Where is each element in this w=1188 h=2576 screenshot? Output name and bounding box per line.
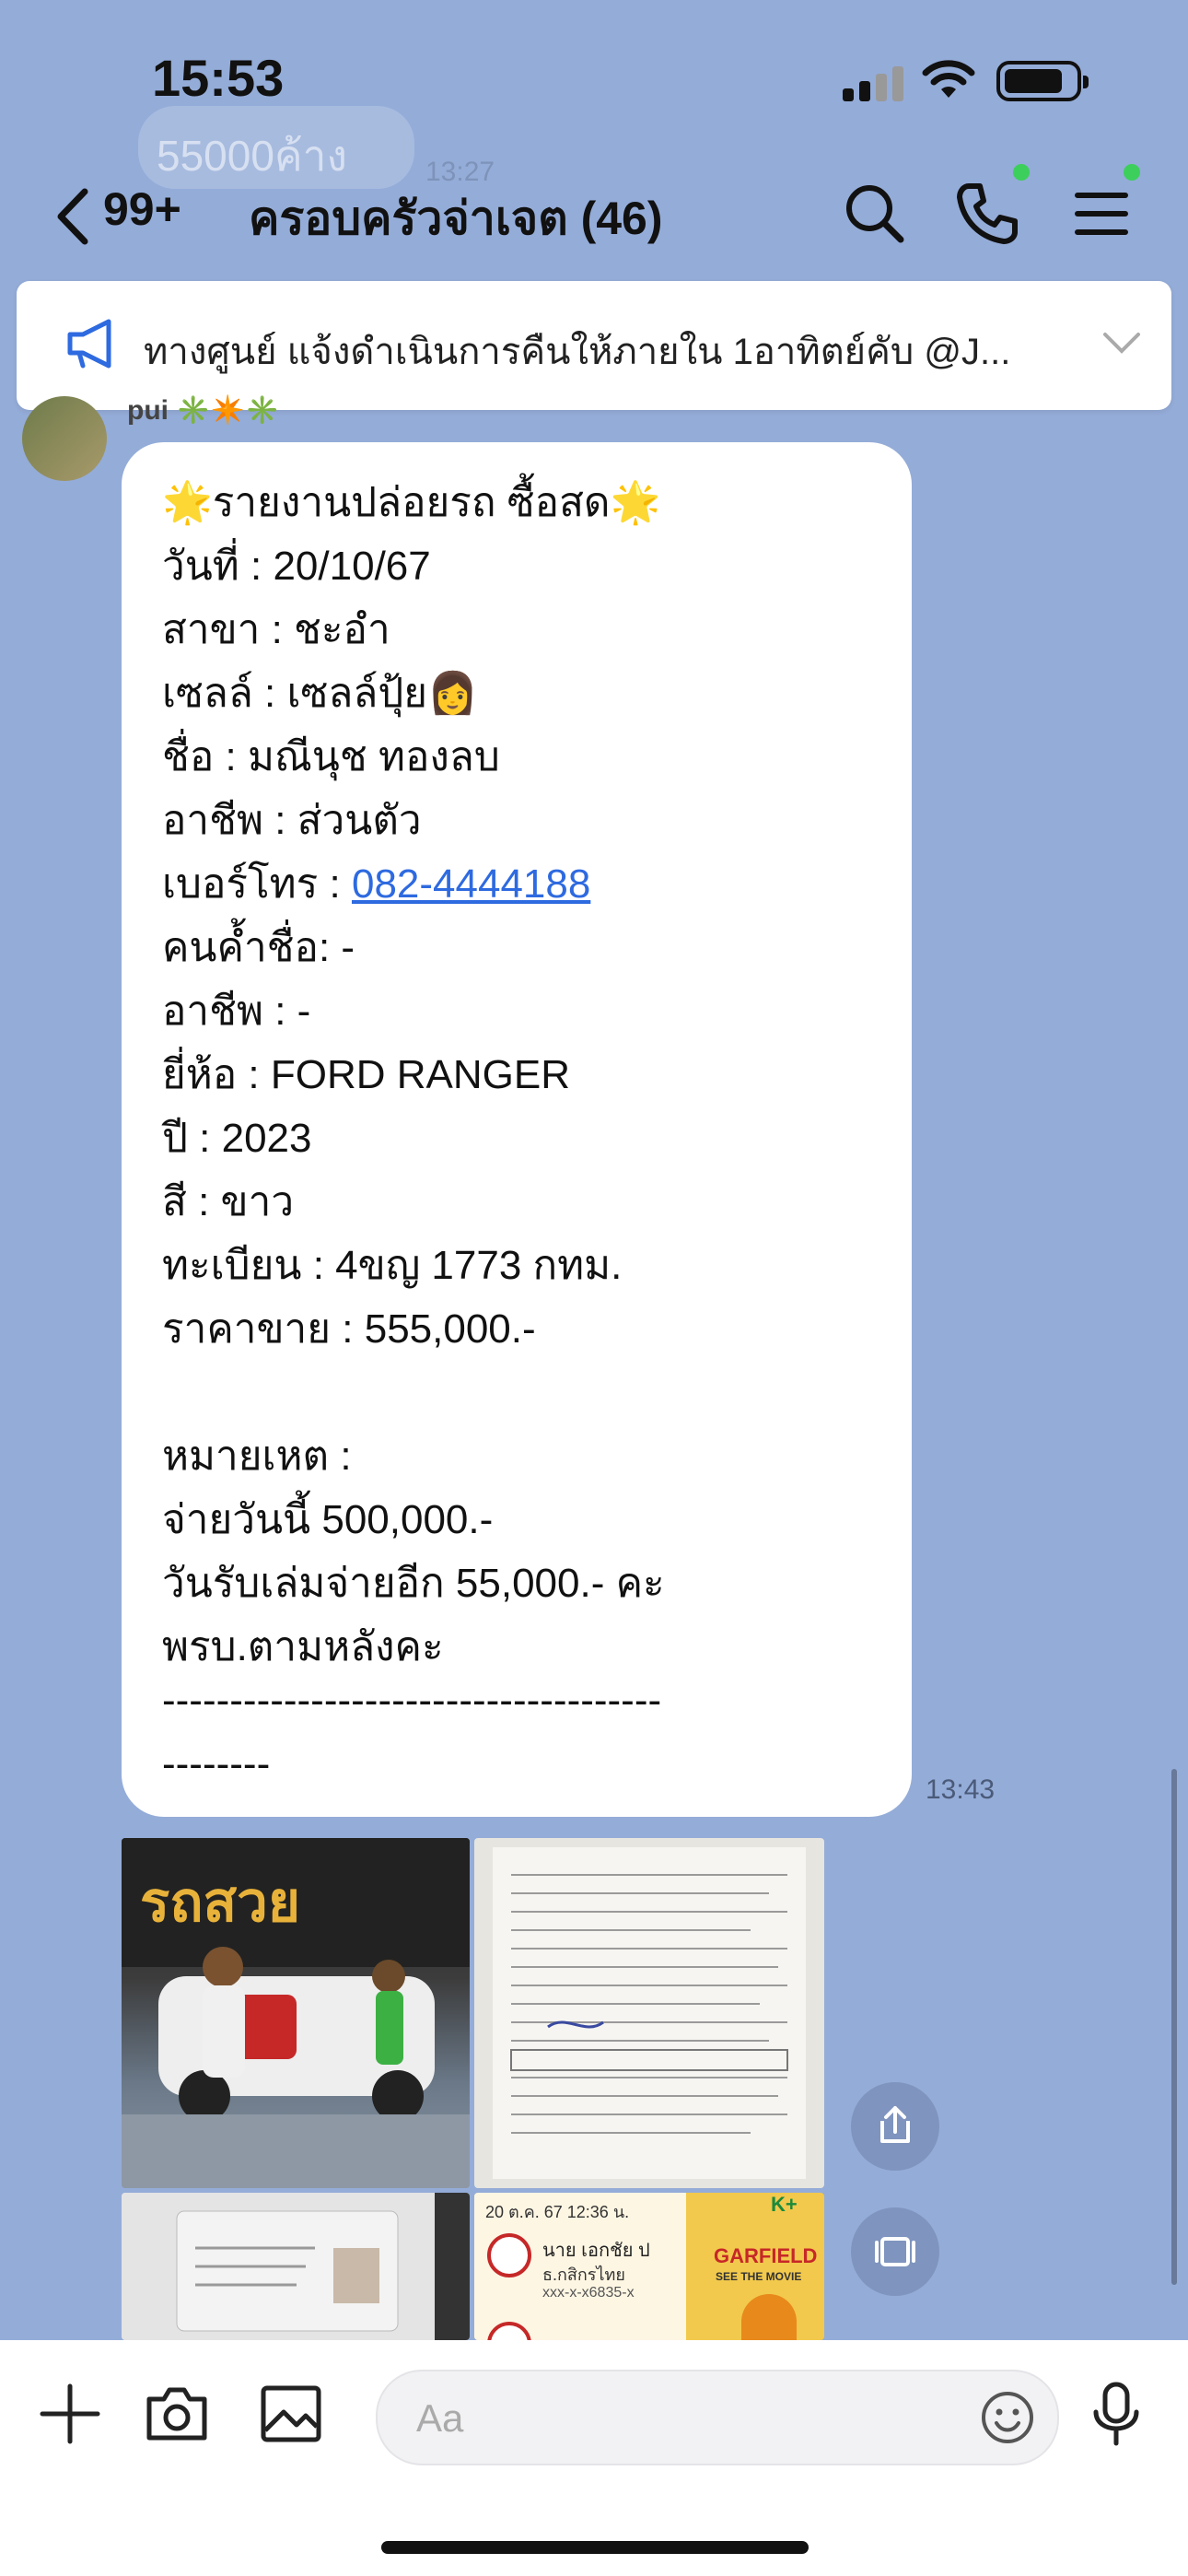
announcement-banner[interactable]: ทางศูนย์ แจ้งดำเนินการคืนให้ภายใน 1อาทิต… xyxy=(17,281,1171,410)
phone-call-icon[interactable] xyxy=(950,177,1024,251)
share-icon xyxy=(880,2106,910,2143)
share-button[interactable] xyxy=(851,2082,939,2171)
message-line: เบอร์โทร : 082-4444188 xyxy=(162,851,590,916)
message-line: อาชีพ : ส่วนตัว xyxy=(162,798,422,843)
document-image xyxy=(493,1847,806,2179)
slip-account: xxx-x-x6835-x xyxy=(542,2285,635,2301)
album-icon xyxy=(875,2237,915,2266)
cellular-signal-icon xyxy=(843,64,909,101)
kplus-logo-icon: K+ xyxy=(771,2193,798,2216)
phone-label: เบอร์โทร : xyxy=(162,861,352,907)
slip-bank: ธ.กสิกรไทย xyxy=(542,2266,625,2284)
message-line: ราคาขาย : 555,000.- xyxy=(162,1306,536,1352)
scrollbar[interactable] xyxy=(1171,1769,1177,2285)
sender-name: pui ✳️✴️✳️ xyxy=(127,394,279,427)
slip-brand: GARFIELD xyxy=(714,2244,818,2267)
message-line: อาชีพ : - xyxy=(162,989,311,1034)
album-button[interactable] xyxy=(851,2207,939,2296)
message-bubble[interactable]: 🌟รายงานปล่อยรถ ซื้อสด🌟 วันที่ : 20/10/67… xyxy=(122,442,912,1817)
car-delivery-image: รถสวย xyxy=(122,1838,470,2188)
sender-name-text: pui xyxy=(127,395,169,426)
garfield-icon xyxy=(741,2294,797,2340)
message-line: ------------------------------------- xyxy=(162,1678,662,1723)
message-line: พรบ.ตามหลังคะ xyxy=(162,1624,444,1669)
message-line: หมายเหต : xyxy=(162,1434,352,1479)
slip-date: 20 ต.ค. 67 12:36 น. xyxy=(485,2203,630,2221)
call-online-dot xyxy=(1013,164,1030,181)
message-line: ปี : 2023 xyxy=(162,1116,312,1161)
kbank-logo-icon-2 xyxy=(487,2322,531,2340)
message-line: เซลล์ : เซลล์ปุ้ย👩 xyxy=(162,671,478,716)
message-line: วันที่ : 20/10/67 xyxy=(162,544,431,589)
phone-link[interactable]: 082-4444188 xyxy=(352,861,590,907)
menu-icon[interactable] xyxy=(1065,177,1138,251)
plus-icon[interactable] xyxy=(33,2377,107,2451)
message-line: คนค้ำชื่อ: - xyxy=(162,925,355,970)
status-time: 15:53 xyxy=(152,49,285,107)
wifi-icon xyxy=(922,60,975,98)
svg-text:รถสวย: รถสวย xyxy=(140,1871,300,1933)
home-indicator[interactable] xyxy=(381,2541,809,2554)
message-line: -------- xyxy=(162,1741,271,1786)
slip-panel: 20 ต.ค. 67 12:36 น. นาย เอกชัย ป ธ.กสิกร… xyxy=(474,2193,686,2340)
battery-icon xyxy=(996,61,1089,101)
message-input-box[interactable] xyxy=(376,2370,1059,2465)
back-chevron-icon[interactable] xyxy=(48,184,103,249)
megaphone-icon xyxy=(67,319,111,369)
sender-badges: ✳️✴️✳️ xyxy=(176,395,280,426)
message-line: สาขา : ชะอำ xyxy=(162,607,390,652)
photo-document[interactable] xyxy=(474,1838,824,2188)
announcement-text: ทางศูนย์ แจ้งดำเนินการคืนให้ภายใน 1อาทิต… xyxy=(144,332,1011,372)
unread-count[interactable]: 99+ xyxy=(103,182,181,236)
menu-notification-dot xyxy=(1124,164,1140,181)
id-card-image xyxy=(122,2193,470,2340)
message-line: 🌟รายงานปล่อยรถ ซื้อสด🌟 xyxy=(162,480,661,525)
sender-avatar[interactable] xyxy=(22,396,107,481)
status-bar: 15:53 xyxy=(0,0,1188,157)
search-icon[interactable] xyxy=(838,177,912,251)
slip-brand-sub: SEE THE MOVIE xyxy=(716,2270,802,2283)
photo-id-card[interactable] xyxy=(122,2193,470,2340)
camera-icon[interactable] xyxy=(140,2377,214,2451)
message-line: สี : ขาว xyxy=(162,1179,295,1224)
kbank-logo-icon xyxy=(487,2233,531,2277)
emoji-icon[interactable] xyxy=(978,2388,1037,2447)
message-timestamp: 13:43 xyxy=(926,1774,996,1805)
photo-transfer-slip[interactable]: 20 ต.ค. 67 12:36 น. นาย เอกชัย ป ธ.กสิกร… xyxy=(474,2193,824,2340)
chevron-down-icon[interactable] xyxy=(1101,329,1142,357)
microphone-icon[interactable] xyxy=(1079,2377,1153,2451)
message-line: ยี่ห้อ : FORD RANGER xyxy=(162,1052,571,1097)
message-line: ชื่อ : มณีนุช ทองลบ xyxy=(162,734,500,779)
chat-header: 99+ ครอบครัวจ่าเจต (46) xyxy=(0,157,1188,267)
chat-title[interactable]: ครอบครัวจ่าเจต (46) xyxy=(249,182,663,255)
message-line: วันรับเล่มจ่ายอีก 55,000.- คะ xyxy=(162,1561,665,1606)
message-line: ทะเบียน : 4ขญ 1773 กทม. xyxy=(162,1243,623,1288)
message-input[interactable] xyxy=(414,2392,934,2445)
message-line: จ่ายวันนี้ 500,000.- xyxy=(162,1497,494,1542)
image-gallery-icon[interactable] xyxy=(254,2377,328,2451)
photo-car-delivery[interactable]: รถสวย xyxy=(122,1838,470,2188)
